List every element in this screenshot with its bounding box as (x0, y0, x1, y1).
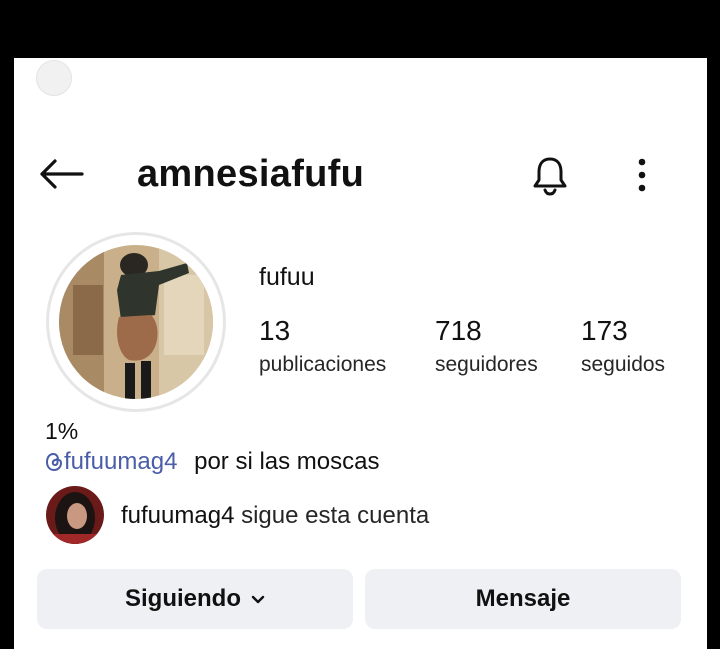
more-options-button[interactable] (624, 152, 660, 198)
message-button-label: Mensaje (475, 585, 571, 612)
stat-posts-label: publicaciones (259, 353, 387, 376)
threads-icon (45, 452, 63, 472)
vertical-dots-icon (638, 158, 646, 192)
stat-following[interactable]: 173 seguidos (581, 314, 665, 380)
bio-line-1: 1% (45, 418, 79, 444)
display-name: fufuu (259, 263, 315, 291)
stat-following-value: 173 (581, 315, 628, 346)
stat-followers-label: seguidores (435, 353, 538, 376)
stat-followers-value: 718 (435, 315, 482, 346)
message-button[interactable]: Mensaje (365, 569, 681, 629)
profile-screen: amnesiafufu fufuu 13 publicaciones 718 s… (14, 58, 707, 649)
stat-posts-value: 13 (259, 315, 291, 346)
avatar-image (59, 245, 213, 399)
bio-text: por si las moscas (194, 448, 380, 475)
profile-username-title: amnesiafufu (137, 153, 365, 195)
stat-posts[interactable]: 13 publicaciones (259, 314, 386, 380)
following-button[interactable]: Siguiendo (37, 569, 353, 629)
stat-following-label: seguidos (581, 353, 666, 376)
mutual-follower-text: fufuumag4 sigue esta cuenta (121, 502, 429, 530)
stat-followers[interactable]: 718 seguidores (435, 314, 538, 380)
mutual-follower-avatar[interactable] (46, 486, 104, 544)
bio-link-text: fufuumag4 (64, 448, 178, 475)
back-button[interactable] (36, 154, 86, 194)
bio-threads-link[interactable]: fufuumag4 (45, 448, 184, 475)
following-button-label: Siguiendo (125, 585, 241, 612)
bio-line-2: fufuumag4 por si las moscas (45, 448, 379, 476)
chevron-down-icon (251, 595, 265, 603)
notifications-button[interactable] (524, 152, 576, 198)
arrow-left-icon (40, 159, 84, 189)
status-indicator (36, 60, 72, 96)
bell-icon (533, 157, 567, 196)
profile-avatar[interactable] (46, 232, 226, 412)
mutual-follower-caption: sigue esta cuenta (241, 502, 430, 529)
mutual-follower-username[interactable]: fufuumag4 (121, 502, 234, 529)
